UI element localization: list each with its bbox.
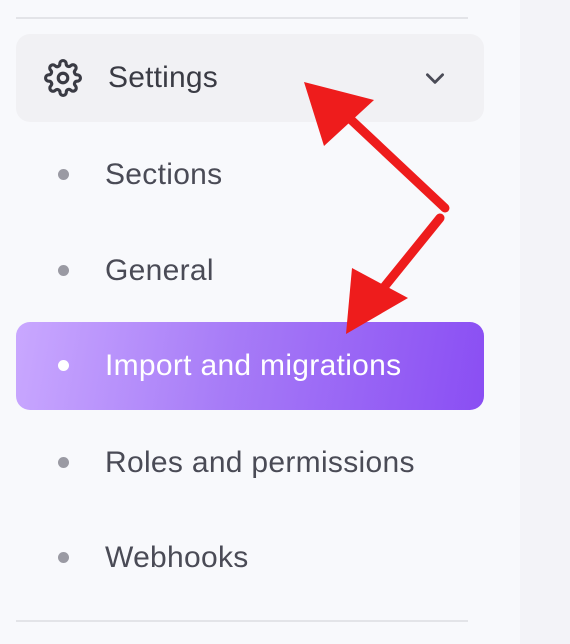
- bullet-icon: [58, 457, 69, 468]
- sidebar-item-label: General: [105, 254, 214, 287]
- top-divider: [16, 17, 468, 19]
- sidebar-item-sections[interactable]: Sections: [16, 131, 484, 219]
- bullet-icon: [58, 169, 69, 180]
- settings-section-toggle[interactable]: Settings: [16, 34, 484, 122]
- sidebar-item-general[interactable]: General: [16, 227, 484, 315]
- sidebar-item-roles-and-permissions[interactable]: Roles and permissions: [16, 419, 484, 507]
- chevron-down-icon[interactable]: [422, 65, 448, 91]
- sidebar-item-label: Webhooks: [105, 541, 249, 574]
- sidebar-item-import-and-migrations[interactable]: Import and migrations: [16, 322, 484, 410]
- sidebar-item-label: Import and migrations: [105, 349, 402, 382]
- content-pane-edge: [520, 0, 570, 644]
- sidebar-item-label: Roles and permissions: [105, 446, 415, 479]
- bottom-divider: [16, 620, 468, 622]
- sidebar: Settings Sections General Import and mig…: [0, 0, 520, 644]
- gear-icon: [44, 59, 82, 97]
- bullet-icon: [58, 360, 69, 371]
- settings-label: Settings: [108, 61, 218, 94]
- bullet-icon: [58, 265, 69, 276]
- sidebar-item-webhooks[interactable]: Webhooks: [16, 514, 484, 602]
- sidebar-item-label: Sections: [105, 158, 223, 191]
- bullet-icon: [58, 552, 69, 563]
